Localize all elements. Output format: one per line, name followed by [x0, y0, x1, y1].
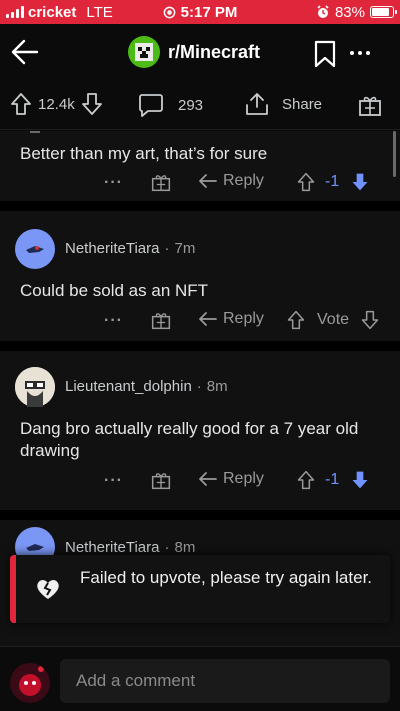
reply-label: Reply — [223, 172, 264, 189]
share-label: Share — [282, 95, 323, 113]
vote-label: Vote — [317, 311, 350, 328]
reply-button[interactable]: Reply — [198, 470, 264, 488]
meta-separator: · — [164, 240, 170, 257]
award-icon[interactable] — [358, 93, 382, 117]
comment-body: Could be sold as an NFT — [20, 281, 209, 300]
comment-separator — [0, 201, 400, 211]
comment-body: Better than my art, that’s for sure — [20, 144, 268, 163]
comment-vote-group: -1 — [296, 172, 370, 192]
ellipsis-icon: ··· — [104, 472, 123, 489]
downvote-icon[interactable] — [81, 92, 103, 116]
current-user-avatar[interactable] — [10, 663, 50, 703]
downvote-icon[interactable] — [360, 310, 380, 330]
comment-more-button[interactable]: ··· — [104, 312, 123, 330]
user-avatar-icon — [10, 663, 50, 703]
avatar[interactable] — [15, 229, 55, 269]
toast-message: Failed to upvote, please try again later… — [80, 568, 373, 587]
back-arrow-icon[interactable] — [10, 37, 40, 67]
comment-more-button[interactable]: ··· — [104, 174, 123, 192]
nav-bar: r/Minecraft — [0, 24, 400, 80]
reply-arrow-icon — [199, 312, 217, 326]
comment-meta: NetheriteTiara · 8m — [65, 539, 195, 556]
upvote-icon[interactable] — [286, 310, 306, 330]
clock: 5:17 PM — [180, 3, 238, 21]
snoo-avatar-icon — [26, 246, 44, 253]
comment-body: Dang bro actually really good for a 7 ye… — [20, 419, 359, 460]
user-avatar-icon — [15, 367, 55, 407]
comments-button[interactable]: 293 — [138, 92, 203, 118]
subreddit-title: r/Minecraft — [168, 41, 261, 62]
comment-separator — [0, 341, 400, 351]
post-score: 12.4k — [38, 95, 75, 113]
share-button[interactable]: Share — [244, 91, 322, 117]
reply-label: Reply — [223, 310, 264, 327]
comment-bubble-icon — [139, 94, 163, 117]
carrier-name: cricket — [28, 3, 77, 21]
award-icon[interactable] — [151, 310, 171, 330]
status-bar: cricket LTE 5:17 PM 83% — [0, 0, 400, 24]
reply-label: Reply — [223, 470, 264, 487]
comment-meta: NetheriteTiara · 7m — [65, 240, 195, 257]
avatar[interactable] — [15, 367, 55, 407]
thread-line — [30, 131, 40, 133]
screen-record-icon — [163, 6, 175, 18]
comment-2: NetheriteTiara · 7m Could be sold as an … — [0, 211, 400, 341]
post-vote-group: 12.4k — [10, 92, 103, 116]
award-icon[interactable] — [151, 470, 171, 490]
reply-button[interactable]: Reply — [198, 172, 264, 190]
username[interactable]: NetheriteTiara — [65, 240, 159, 257]
comment-1: Better than my art, that’s for sure ··· … — [0, 131, 400, 201]
error-toast[interactable]: Failed to upvote, please try again later… — [10, 555, 390, 623]
battery-percent: 83% — [334, 3, 365, 21]
reply-arrow-icon — [199, 472, 217, 486]
ellipsis-icon: ··· — [104, 312, 123, 329]
upvote-icon[interactable] — [296, 470, 316, 490]
meta-separator: · — [196, 378, 202, 395]
reply-button[interactable]: Reply — [198, 310, 264, 328]
comment-score: -1 — [325, 173, 340, 190]
subreddit-avatar — [128, 36, 160, 68]
comment-score: -1 — [325, 471, 340, 488]
reply-arrow-icon — [199, 174, 217, 188]
comment-3: Lieutenant_dolphin · 8m Dang bro actuall… — [0, 351, 400, 510]
alarm-icon — [317, 5, 329, 18]
username[interactable]: Lieutenant_dolphin — [65, 378, 192, 395]
upvote-icon[interactable] — [296, 172, 316, 192]
comment-vote-group: -1 — [296, 470, 370, 490]
battery-icon — [370, 6, 397, 18]
comment-more-button[interactable]: ··· — [104, 472, 123, 490]
share-icon — [246, 93, 268, 115]
ellipsis-icon: ··· — [104, 174, 123, 191]
upvote-icon[interactable] — [10, 92, 32, 116]
bookmark-icon[interactable] — [314, 40, 336, 68]
timestamp: 8m — [174, 539, 196, 556]
comment-composer: Add a comment — [0, 646, 400, 711]
comment-separator — [0, 510, 400, 520]
add-comment-input[interactable]: Add a comment — [60, 659, 390, 703]
signal-icon — [6, 6, 24, 18]
comment-count: 293 — [178, 96, 204, 114]
meta-separator: · — [164, 539, 170, 556]
more-options-icon[interactable] — [350, 51, 370, 55]
broken-heart-icon — [37, 580, 59, 599]
downvote-filled-icon[interactable] — [350, 470, 370, 490]
comment-vote-group: Vote — [286, 310, 380, 330]
scrollbar[interactable] — [393, 131, 396, 177]
username[interactable]: NetheriteTiara — [65, 539, 159, 556]
downvote-filled-icon[interactable] — [350, 172, 370, 192]
timestamp: 7m — [174, 240, 196, 257]
subreddit-header[interactable]: r/Minecraft — [128, 36, 260, 68]
timestamp: 8m — [206, 378, 228, 395]
comment-meta: Lieutenant_dolphin · 8m — [65, 378, 228, 395]
post-action-bar: 12.4k 293 Share — [0, 80, 400, 130]
award-icon[interactable] — [151, 172, 171, 192]
network-type: LTE — [86, 3, 113, 21]
creeper-icon — [135, 43, 153, 61]
